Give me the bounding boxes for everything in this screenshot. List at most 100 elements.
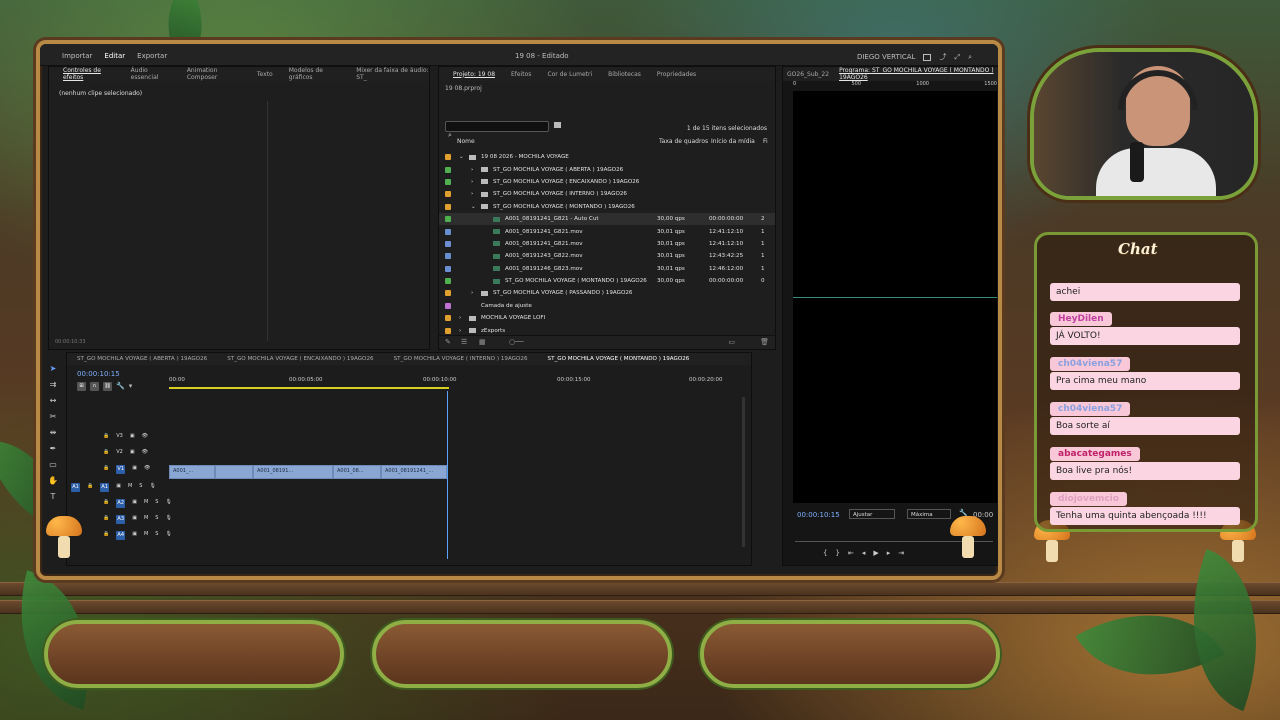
label-color-chip[interactable] xyxy=(445,327,451,334)
project-row[interactable]: A001_08191246_G823.mov 30,01 qps 12:46:12:… xyxy=(439,263,775,275)
project-row[interactable]: › MOCHILA VOYAGE LOFI xyxy=(439,312,775,324)
tab-animation-composer[interactable]: Animation Composer xyxy=(187,67,241,81)
label-color-chip[interactable] xyxy=(445,154,451,161)
timeline-scrollbar[interactable] xyxy=(742,397,745,547)
toggle-icon[interactable]: ▣ xyxy=(132,499,137,508)
tab-bibliotecas[interactable]: Bibliotecas xyxy=(608,71,641,78)
mute-button[interactable]: M xyxy=(144,499,148,508)
project-row[interactable]: › ST_GO MOCHILA VOYAGE ( PASSANDO ) 19AGO… xyxy=(439,287,775,299)
time-ruler[interactable]: 00:00 00:00:05:00 00:00:10:00 00:00:15:0… xyxy=(169,377,737,391)
label-color-chip[interactable] xyxy=(445,240,451,247)
eye-icon[interactable]: 👁 xyxy=(142,449,148,455)
chevron-right-icon[interactable]: › xyxy=(459,315,461,321)
video-clip[interactable]: A001_08191241_... xyxy=(381,465,447,479)
solo-button[interactable]: S xyxy=(155,499,158,508)
toggle-icon[interactable]: ▣ xyxy=(132,465,137,474)
lock-icon[interactable]: 🔒 xyxy=(103,433,109,439)
tab-programa[interactable]: Programa: ST_GO MOCHILA VOYAGE ( MONTAND… xyxy=(839,67,998,81)
project-row[interactable]: › ST_GO MOCHILA VOYAGE ( ABERTA ) 19AGO26 xyxy=(439,163,775,175)
label-color-chip[interactable] xyxy=(445,315,451,322)
slip-icon[interactable]: ⇹ xyxy=(48,428,58,438)
project-row[interactable]: ST_GO MOCHILA VOYAGE ( MONTANDO ) 19AGO2… xyxy=(439,275,775,287)
pencil-icon[interactable]: ✎ xyxy=(445,338,451,346)
label-color-chip[interactable] xyxy=(445,191,451,198)
lock-icon[interactable]: 🔒 xyxy=(103,449,109,455)
fit-select[interactable]: Ajustar xyxy=(849,509,895,519)
tab-projeto[interactable]: Projeto: 19 08 xyxy=(453,71,495,78)
tab-mixer[interactable]: Mixer da faixa de áudio: ST_ xyxy=(356,67,429,81)
settings-icon[interactable]: ▾ xyxy=(129,382,133,391)
label-color-chip[interactable] xyxy=(445,178,451,185)
track-label[interactable]: A3 xyxy=(116,515,126,524)
rectangle-icon[interactable]: ▭ xyxy=(48,460,58,470)
program-timecode[interactable]: 00:00:10:15 xyxy=(797,511,840,519)
eye-icon[interactable]: 👁 xyxy=(142,433,148,439)
lock-icon[interactable]: 🔒 xyxy=(87,483,93,492)
mic-icon[interactable]: 🎙 xyxy=(165,531,171,540)
tab-efeitos[interactable]: Efeitos xyxy=(511,71,531,78)
trash-icon[interactable]: 🗑 xyxy=(760,338,769,346)
project-row[interactable]: A001_08191241_G821.mov 30,01 qps 12:41:12:… xyxy=(439,225,775,237)
hand-icon[interactable]: ✋ xyxy=(48,476,58,486)
tab-sub[interactable]: GO26_Sub_22 xyxy=(787,71,829,78)
quality-select[interactable]: Máxima xyxy=(907,509,951,519)
pen-icon[interactable]: ✒ xyxy=(48,444,58,454)
video-clip[interactable]: A001_... xyxy=(169,465,215,479)
project-row[interactable]: › ST_GO MOCHILA VOYAGE ( INTERNO ) 19AGO2… xyxy=(439,188,775,200)
mute-button[interactable]: M xyxy=(144,531,148,540)
lock-icon[interactable]: 🔒 xyxy=(103,499,109,508)
tab-seq-aberta[interactable]: ST_GO MOCHILA VOYAGE ( ABERTA ) 19AGO26 xyxy=(67,353,217,365)
project-row[interactable]: A001_08191241_G821 - Auto Cut 30,00 qps 00… xyxy=(439,212,775,226)
source-a1[interactable]: A1 xyxy=(71,483,80,492)
tab-lumetri[interactable]: Cor de Lumetri xyxy=(547,71,592,78)
step-back-icon[interactable]: ◂ xyxy=(862,549,866,557)
label-color-chip[interactable] xyxy=(445,203,451,210)
play-icon[interactable]: ▶ xyxy=(873,549,878,557)
mute-button[interactable]: M xyxy=(144,515,148,524)
tab-modelos-graficos[interactable]: Modelos de gráficos xyxy=(289,67,341,81)
toggle-icon[interactable]: ▣ xyxy=(116,483,121,492)
type-icon[interactable]: T xyxy=(48,492,58,502)
timeline-timecode[interactable]: 00:00:10:15 xyxy=(77,370,120,378)
video-clip[interactable]: A001_08... xyxy=(333,465,381,479)
new-bin-icon[interactable]: ▭ xyxy=(728,338,735,346)
chevron-right-icon[interactable]: › xyxy=(471,191,473,197)
chevron-right-icon[interactable]: › xyxy=(459,328,461,334)
linked-icon[interactable]: ⛓ xyxy=(103,382,112,391)
toggle-icon[interactable]: ▣ xyxy=(132,531,137,540)
track-label[interactable]: A1 xyxy=(100,483,110,492)
project-row[interactable]: Camada de ajuste xyxy=(439,300,775,312)
eye-icon[interactable]: 👁 xyxy=(144,465,150,474)
snap-icon[interactable]: ∩ xyxy=(90,382,99,391)
label-color-chip[interactable] xyxy=(445,216,451,223)
step-forward-icon[interactable]: ▸ xyxy=(887,549,891,557)
go-out-icon[interactable]: ⇥ xyxy=(898,549,904,557)
video-preview[interactable] xyxy=(793,91,997,503)
tab-audio-essencial[interactable]: Áudio essencial xyxy=(131,67,171,81)
mark-out-icon[interactable]: } xyxy=(835,549,839,557)
project-row[interactable]: A001_08191243_G822.mov 30,01 qps 12:43:42:… xyxy=(439,250,775,262)
label-color-chip[interactable] xyxy=(445,278,451,285)
col-start[interactable]: Início da mídia xyxy=(711,138,755,145)
menu-importar[interactable]: Importar xyxy=(62,52,92,60)
tab-effect-controls[interactable]: Controles de efeitos xyxy=(63,67,115,81)
col-f[interactable]: Fi xyxy=(763,138,768,145)
tab-texto[interactable]: Texto xyxy=(257,71,273,78)
project-row[interactable]: A001_08191241_G821.mov 30,01 qps 12:41:12:… xyxy=(439,238,775,250)
window-icon[interactable] xyxy=(923,53,932,61)
solo-button[interactable]: S xyxy=(139,483,142,492)
mic-icon[interactable]: 🎙 xyxy=(165,515,171,524)
list-view-icon[interactable]: ☰ xyxy=(461,338,467,346)
project-row[interactable]: › ST_GO MOCHILA VOYAGE ( ENCAIXANDO ) 19A… xyxy=(439,176,775,188)
mute-button[interactable]: M xyxy=(128,483,132,492)
label-color-chip[interactable] xyxy=(445,290,451,297)
chevron-right-icon[interactable]: › xyxy=(471,179,473,185)
track-label[interactable]: A4 xyxy=(116,531,126,540)
workspace-name[interactable]: DIEGO VERTICAL xyxy=(857,53,916,61)
lock-icon[interactable]: 🔒 xyxy=(103,515,109,524)
toggle-icon[interactable]: ▣ xyxy=(132,515,137,524)
video-clip[interactable]: A001_08191... xyxy=(253,465,333,479)
col-fps[interactable]: Taxa de quadros xyxy=(659,138,708,145)
solo-button[interactable]: S xyxy=(155,515,158,524)
track-label[interactable]: A2 xyxy=(116,499,126,508)
